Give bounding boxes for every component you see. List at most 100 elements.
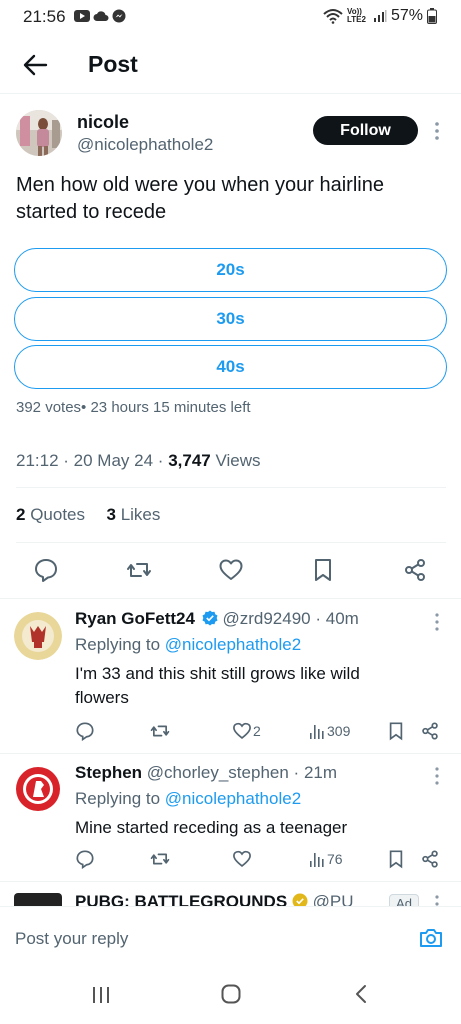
share-icon[interactable] bbox=[402, 557, 428, 583]
poll-option-3[interactable]: 40s bbox=[14, 345, 447, 389]
divider bbox=[0, 598, 461, 599]
reply-like-count: 2 bbox=[253, 723, 261, 739]
divider bbox=[0, 753, 461, 754]
quotes-count: 2 bbox=[16, 505, 26, 524]
reply-icon[interactable] bbox=[33, 557, 59, 583]
youtube-icon bbox=[74, 10, 90, 22]
reply-avatar[interactable] bbox=[14, 765, 62, 813]
home-button[interactable] bbox=[220, 983, 242, 1010]
reply-author-name[interactable]: Stephen bbox=[75, 763, 142, 782]
replying-to-link[interactable]: @nicolephathole2 bbox=[165, 789, 301, 808]
reply-like-icon[interactable] bbox=[232, 721, 252, 741]
repost-icon[interactable] bbox=[126, 557, 152, 583]
quotes-stat[interactable]: 2 Quotes bbox=[16, 505, 85, 524]
recent-apps-icon bbox=[93, 987, 109, 1003]
poll-option-2[interactable]: 30s bbox=[14, 297, 447, 341]
system-nav-bar bbox=[0, 968, 461, 1024]
like-icon[interactable] bbox=[218, 557, 244, 583]
likes-stat[interactable]: 3 Likes bbox=[106, 505, 160, 524]
reply-header: Stephen @chorley_stephen · 21m bbox=[75, 763, 338, 782]
reply-views-icon[interactable] bbox=[308, 849, 328, 869]
replying-to: Replying to @nicolephathole2 bbox=[75, 789, 301, 809]
reply-comment-icon[interactable] bbox=[75, 849, 95, 870]
reply-views-icon[interactable] bbox=[308, 721, 328, 741]
chevron-left-icon bbox=[356, 985, 366, 1003]
arrow-left-icon bbox=[23, 54, 48, 76]
reply-author-handle[interactable]: @chorley_stephen bbox=[147, 763, 289, 782]
likes-count: 3 bbox=[106, 505, 116, 524]
replying-to: Replying to @nicolephathole2 bbox=[75, 635, 301, 655]
reply-share-icon[interactable] bbox=[420, 849, 440, 869]
author-avatar[interactable] bbox=[16, 110, 62, 156]
post-time: 21:12 bbox=[16, 451, 59, 470]
home-icon bbox=[221, 984, 241, 1004]
reply-bookmark-icon[interactable] bbox=[386, 721, 406, 741]
replying-to-link[interactable]: @nicolephathole2 bbox=[165, 635, 301, 654]
reply-like-icon[interactable] bbox=[232, 849, 252, 869]
reply-avatar[interactable] bbox=[14, 612, 62, 660]
system-back-button[interactable] bbox=[350, 983, 372, 1010]
ad-post[interactable]: PUBG: BATTLEGROUNDS @PU Ad bbox=[0, 884, 461, 906]
reply-more-icon[interactable] bbox=[430, 612, 444, 632]
recent-apps-button[interactable] bbox=[90, 984, 112, 1011]
ad-author-name: PUBG: BATTLEGROUNDS bbox=[75, 892, 288, 906]
status-time: 21:56 bbox=[23, 7, 66, 26]
poll-meta: 392 votes• 23 hours 15 minutes left bbox=[16, 399, 251, 416]
camera-icon bbox=[420, 929, 442, 947]
signal-icon bbox=[373, 10, 387, 22]
follow-button[interactable]: Follow bbox=[313, 116, 418, 145]
reply-author-handle[interactable]: @zrd92490 bbox=[222, 609, 310, 628]
battery-percent: 57% bbox=[390, 7, 423, 24]
status-bar: 21:56 Vo)) LTE2 57% bbox=[0, 0, 461, 36]
replying-to-prefix: Replying to bbox=[75, 789, 161, 808]
reply-text: Mine started receding as a teenager bbox=[75, 818, 348, 837]
system-icons: Vo)) LTE2 57% bbox=[323, 7, 437, 25]
reply-comment-icon[interactable] bbox=[75, 721, 95, 742]
likes-label: Likes bbox=[120, 505, 161, 524]
reply-avatar-image bbox=[14, 765, 62, 813]
reply-repost-icon[interactable] bbox=[150, 721, 170, 741]
divider bbox=[16, 487, 446, 488]
verified-gold-badge-icon bbox=[292, 893, 308, 906]
post-date: 20 May 24 bbox=[73, 451, 154, 470]
reply-age: 40m bbox=[325, 609, 359, 628]
ad-badge: Ad bbox=[389, 894, 419, 906]
notification-icons bbox=[74, 9, 126, 23]
replying-to-prefix: Replying to bbox=[75, 635, 161, 654]
author-avatar-image bbox=[16, 110, 62, 156]
quotes-label: Quotes bbox=[30, 505, 86, 524]
post-more-icon[interactable] bbox=[430, 121, 444, 141]
divider bbox=[16, 542, 446, 543]
messenger-icon bbox=[112, 9, 126, 23]
bookmark-icon[interactable] bbox=[310, 557, 336, 583]
post-stats-row: 2 Quotes 3 Likes bbox=[16, 505, 160, 525]
reply-views-count: 76 bbox=[327, 851, 343, 867]
reply-header: Ryan GoFett24 @zrd92490 · 40m bbox=[75, 609, 359, 628]
post-timestamp-row: 21:12 · 20 May 24 · 3,747 Views bbox=[16, 451, 261, 470]
views-count: 3,747 bbox=[168, 451, 211, 470]
camera-button[interactable] bbox=[418, 925, 444, 951]
wifi-icon bbox=[323, 9, 343, 24]
reply-repost-icon[interactable] bbox=[150, 849, 170, 869]
author-name[interactable]: nicole bbox=[77, 112, 129, 133]
ad-header: PUBG: BATTLEGROUNDS @PU bbox=[75, 892, 354, 906]
cloud-icon bbox=[93, 11, 109, 21]
verified-badge-icon bbox=[202, 610, 218, 626]
network-type-label: Vo)) LTE2 bbox=[346, 7, 366, 24]
post-text: Men how old were you when your hairline … bbox=[16, 174, 384, 223]
ad-more-icon[interactable] bbox=[430, 894, 444, 906]
reply-input[interactable]: Post your reply bbox=[15, 929, 128, 949]
author-handle[interactable]: @nicolephathole2 bbox=[77, 135, 213, 155]
poll-option-1[interactable]: 20s bbox=[14, 248, 447, 292]
reply-composer: Post your reply bbox=[0, 906, 461, 968]
reply-avatar-image bbox=[14, 612, 62, 660]
views-label: Views bbox=[215, 451, 261, 470]
reply-age: 21m bbox=[303, 763, 338, 782]
reply-share-icon[interactable] bbox=[420, 721, 440, 741]
reply-bookmark-icon[interactable] bbox=[386, 849, 406, 869]
back-button[interactable] bbox=[20, 50, 50, 80]
ad-avatar bbox=[14, 893, 62, 906]
reply-author-name[interactable]: Ryan GoFett24 bbox=[75, 609, 195, 628]
reply-text: I'm 33 and this shit still grows like wi… bbox=[75, 664, 360, 707]
reply-more-icon[interactable] bbox=[430, 766, 444, 786]
